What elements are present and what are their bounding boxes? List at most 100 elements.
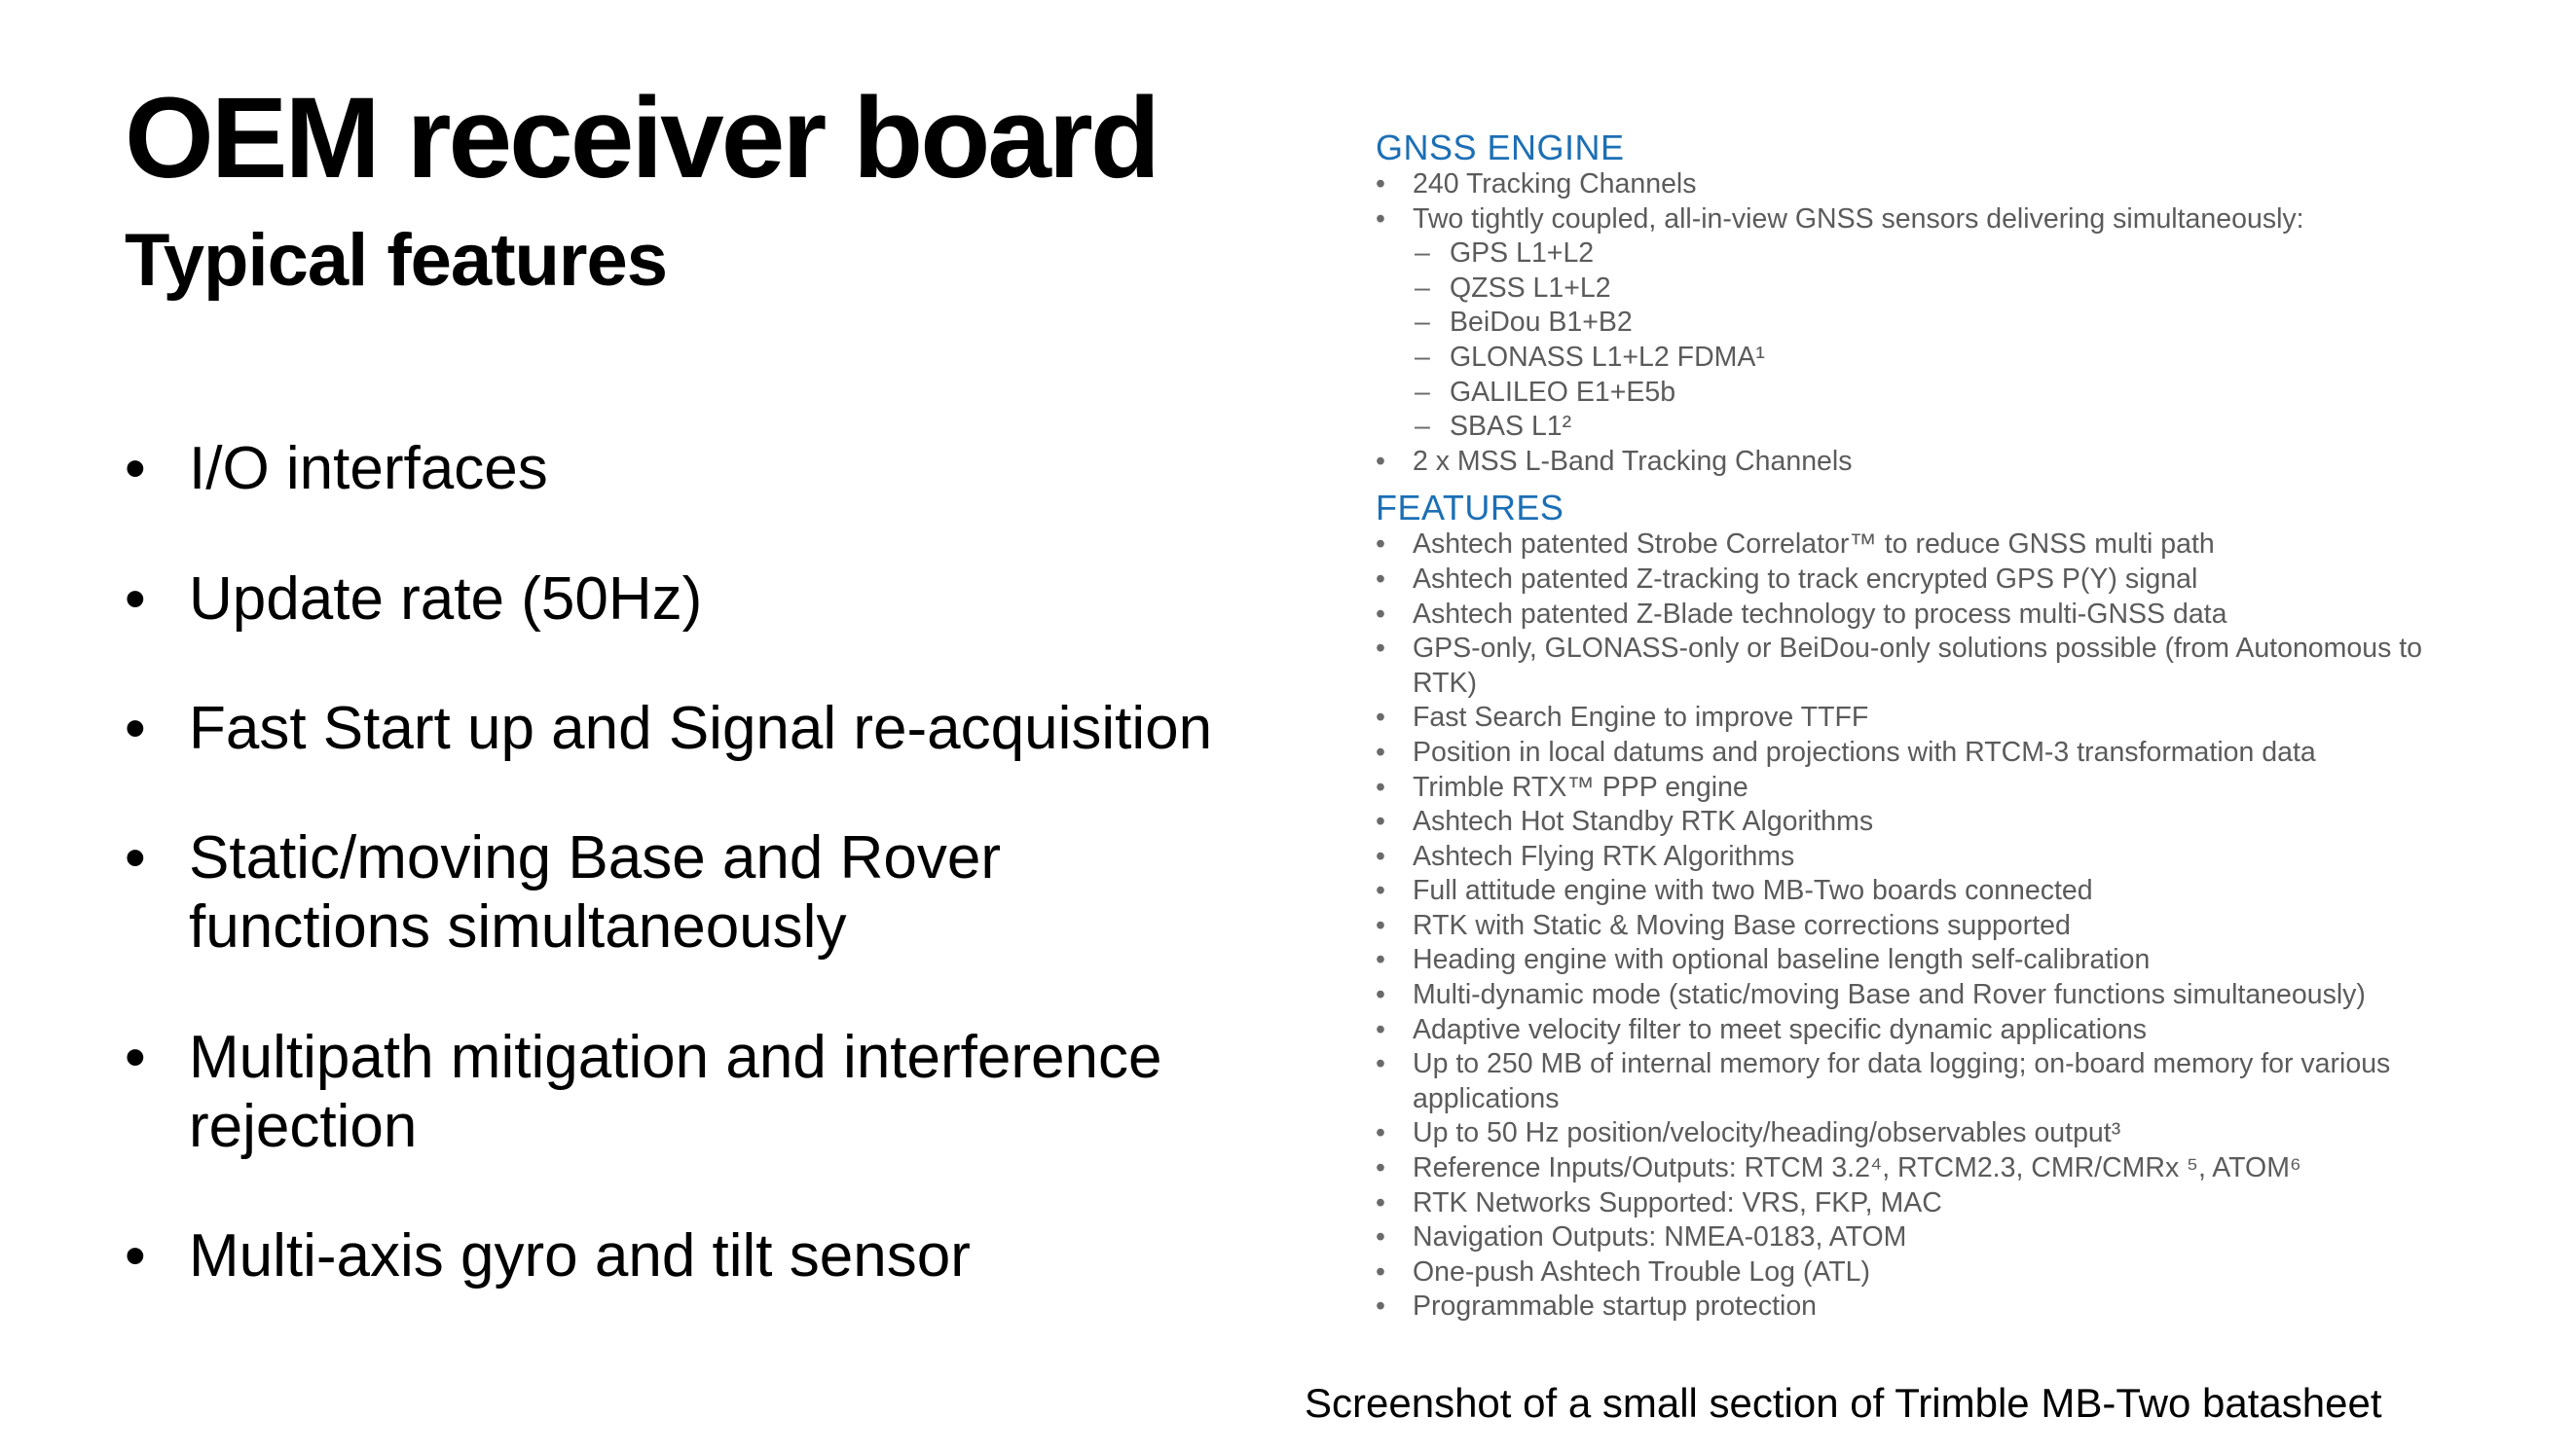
dash-marker: – [1415,341,1430,373]
screenshot-caption: Screenshot of a small section of Trimble… [1305,1380,2382,1426]
list-item: • Ashtech Hot Standby RTK Algorithms [1376,805,2456,840]
list-item-text: QZSS L1+L2 [1450,272,1611,304]
list-item-text: GPS L1+L2 [1450,237,1595,270]
list-item-text: RTK with Static & Moving Base correction… [1413,909,2071,941]
bullet-marker: • [125,824,146,891]
sub-list-item: – GLONASS L1+L2 FDMA¹ [1376,341,2456,376]
bullet-item: • Update rate (50Hz) [125,564,1322,634]
list-item: • Heading engine with optional baseline l… [1376,943,2456,978]
list-item: • Ashtech patented Z-tracking to track en… [1376,563,2456,598]
list-item-text: BeiDou B1+B2 [1450,307,1633,339]
bullet-marker: • [125,1024,146,1091]
list-item-text: 240 Tracking Channels [1413,168,1697,200]
bullet-marker: • [1376,1117,1385,1149]
list-item-text: Up to 250 MB of internal memory for data… [1413,1048,2391,1114]
bullet-marker: • [1376,979,1385,1011]
bullet-text: Multi-axis gyro and tilt sensor [189,1222,971,1290]
dash-marker: – [1415,272,1430,304]
list-item: • RTK with Static & Moving Base correctio… [1376,909,2456,944]
dash-marker: – [1415,307,1430,339]
list-item: • 2 x MSS L-Band Tracking Channels [1376,445,2456,480]
list-item-text: Heading engine with optional baseline le… [1413,944,2151,976]
bullet-marker: • [1376,633,1385,665]
bullet-marker: • [1376,1013,1385,1045]
bullet-marker: • [1376,202,1385,235]
bullet-marker: • [1376,840,1385,872]
list-item-text: GALILEO E1+E5b [1450,376,1676,408]
list-item: • Programmable startup protection [1376,1290,2456,1325]
bullet-item: • Fast Start up and Signal re-acquisitio… [125,694,1322,763]
bullet-marker: • [125,1222,146,1290]
list-item-text: Multi-dynamic mode (static/moving Base a… [1413,979,2366,1011]
list-item-text: Ashtech Flying RTK Algorithms [1413,840,1795,872]
bullet-marker: • [1376,445,1385,477]
bullet-text: Update rate (50Hz) [189,565,703,633]
list-item: • Adaptive velocity filter to meet specif… [1376,1013,2456,1048]
slide-title: OEM receiver board [125,74,1160,202]
features-heading: FEATURES [1376,488,1564,528]
gnss-engine-heading: GNSS ENGINE [1376,127,1625,167]
list-item-text: Up to 50 Hz position/velocity/heading/ob… [1413,1117,2121,1149]
bullet-marker: • [1376,806,1385,838]
sub-list-item: – GPS L1+L2 [1376,236,2456,272]
bullet-marker: • [1376,528,1385,561]
list-item-text: One-push Ashtech Trouble Log (ATL) [1413,1255,1870,1288]
list-item-text: GPS-only, GLONASS-only or BeiDou-only so… [1413,633,2423,699]
bullet-marker: • [125,435,146,502]
list-item-text: RTK Networks Supported: VRS, FKP, MAC [1413,1186,1942,1218]
features-list: • Ashtech patented Strobe Correlator™ to … [1376,527,2456,1325]
slide-subtitle: Typical features [125,219,668,302]
gnss-engine-list: • 240 Tracking Channels • Two tightly coup… [1376,167,2456,479]
list-item: • Navigation Outputs: NMEA-0183, ATOM [1376,1220,2456,1255]
list-item: • Two tightly coupled, all-in-view GNSS s… [1376,202,2456,237]
bullet-marker: • [1376,1152,1385,1184]
list-item: • Fast Search Engine to improve TTFF [1376,701,2456,736]
dash-marker: – [1415,376,1430,408]
bullet-marker: • [1376,563,1385,595]
list-item: • Ashtech patented Strobe Correlator™ to … [1376,527,2456,563]
list-item-text: Position in local datums and projections… [1413,736,2316,768]
list-item: • Full attitude engine with two MB-Two bo… [1376,874,2456,909]
list-item-text: GLONASS L1+L2 FDMA¹ [1450,341,1765,373]
list-item-text: Fast Search Engine to improve TTFF [1413,702,1869,734]
list-item-text: Programmable startup protection [1413,1290,1818,1323]
bullet-marker: • [1376,168,1385,200]
list-item-text: Reference Inputs/Outputs: RTCM 3.2⁴, RTC… [1413,1152,2301,1184]
bullet-text: Static/moving Base and Rover functions s… [189,824,1001,961]
list-item: • Trimble RTX™ PPP engine [1376,771,2456,806]
datasheet-excerpt: GNSS ENGINE • 240 Tracking Channels • Two … [1376,128,2456,1325]
bullet-marker: • [1376,1048,1385,1080]
list-item: • Position in local datums and projection… [1376,736,2456,771]
bullet-marker: • [1376,1255,1385,1288]
bullet-item: • Multipath mitigation and interference … [125,1023,1293,1161]
list-item: • GPS-only, GLONASS-only or BeiDou-only s… [1376,632,2456,701]
list-item-text: Ashtech patented Z-tracking to track enc… [1413,563,2198,595]
list-item: • Up to 250 MB of internal memory for dat… [1376,1047,2456,1116]
list-item: • Up to 50 Hz position/velocity/heading/o… [1376,1116,2456,1151]
bullet-marker: • [1376,702,1385,734]
list-item-text: Ashtech patented Strobe Correlator™ to r… [1413,528,2215,561]
list-item-text: Two tightly coupled, all-in-view GNSS se… [1413,202,2304,235]
list-item-text: Full attitude engine with two MB-Two boa… [1413,875,2093,907]
list-item: • 240 Tracking Channels [1376,167,2456,202]
list-item-text: SBAS L1² [1450,411,1572,443]
list-item-text: Ashtech patented Z-Blade technology to p… [1413,598,2227,630]
dash-marker: – [1415,411,1430,443]
bullet-marker: • [1376,1290,1385,1323]
list-item: • Ashtech patented Z-Blade technology to … [1376,598,2456,633]
bullet-marker: • [1376,1221,1385,1254]
bullet-marker: • [1376,598,1385,630]
bullet-marker: • [1376,736,1385,768]
list-item: • One-push Ashtech Trouble Log (ATL) [1376,1255,2456,1290]
list-item-text: Navigation Outputs: NMEA-0183, ATOM [1413,1221,1907,1254]
bullet-text: Multipath mitigation and interference re… [189,1024,1162,1160]
sub-list-item: – SBAS L1² [1376,410,2456,445]
list-item: • RTK Networks Supported: VRS, FKP, MAC [1376,1186,2456,1221]
sub-list-item: – BeiDou B1+B2 [1376,306,2456,341]
slide: OEM receiver board Typical features • I/… [0,0,2576,1454]
list-item: • Ashtech Flying RTK Algorithms [1376,840,2456,875]
list-item-text: Ashtech Hot Standby RTK Algorithms [1413,806,1874,838]
list-item: • Reference Inputs/Outputs: RTCM 3.2⁴, RT… [1376,1151,2456,1186]
bullet-marker: • [125,695,146,762]
list-item-text: Adaptive velocity filter to meet specifi… [1413,1013,2148,1045]
